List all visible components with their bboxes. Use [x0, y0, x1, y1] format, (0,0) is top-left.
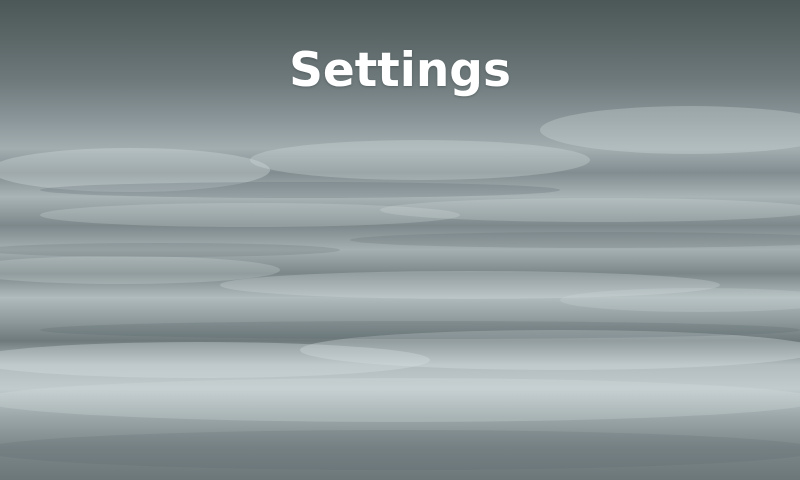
settings-screen: Settings: [0, 0, 800, 480]
page-title: Settings: [289, 42, 511, 98]
title-bar: Settings: [0, 30, 800, 110]
